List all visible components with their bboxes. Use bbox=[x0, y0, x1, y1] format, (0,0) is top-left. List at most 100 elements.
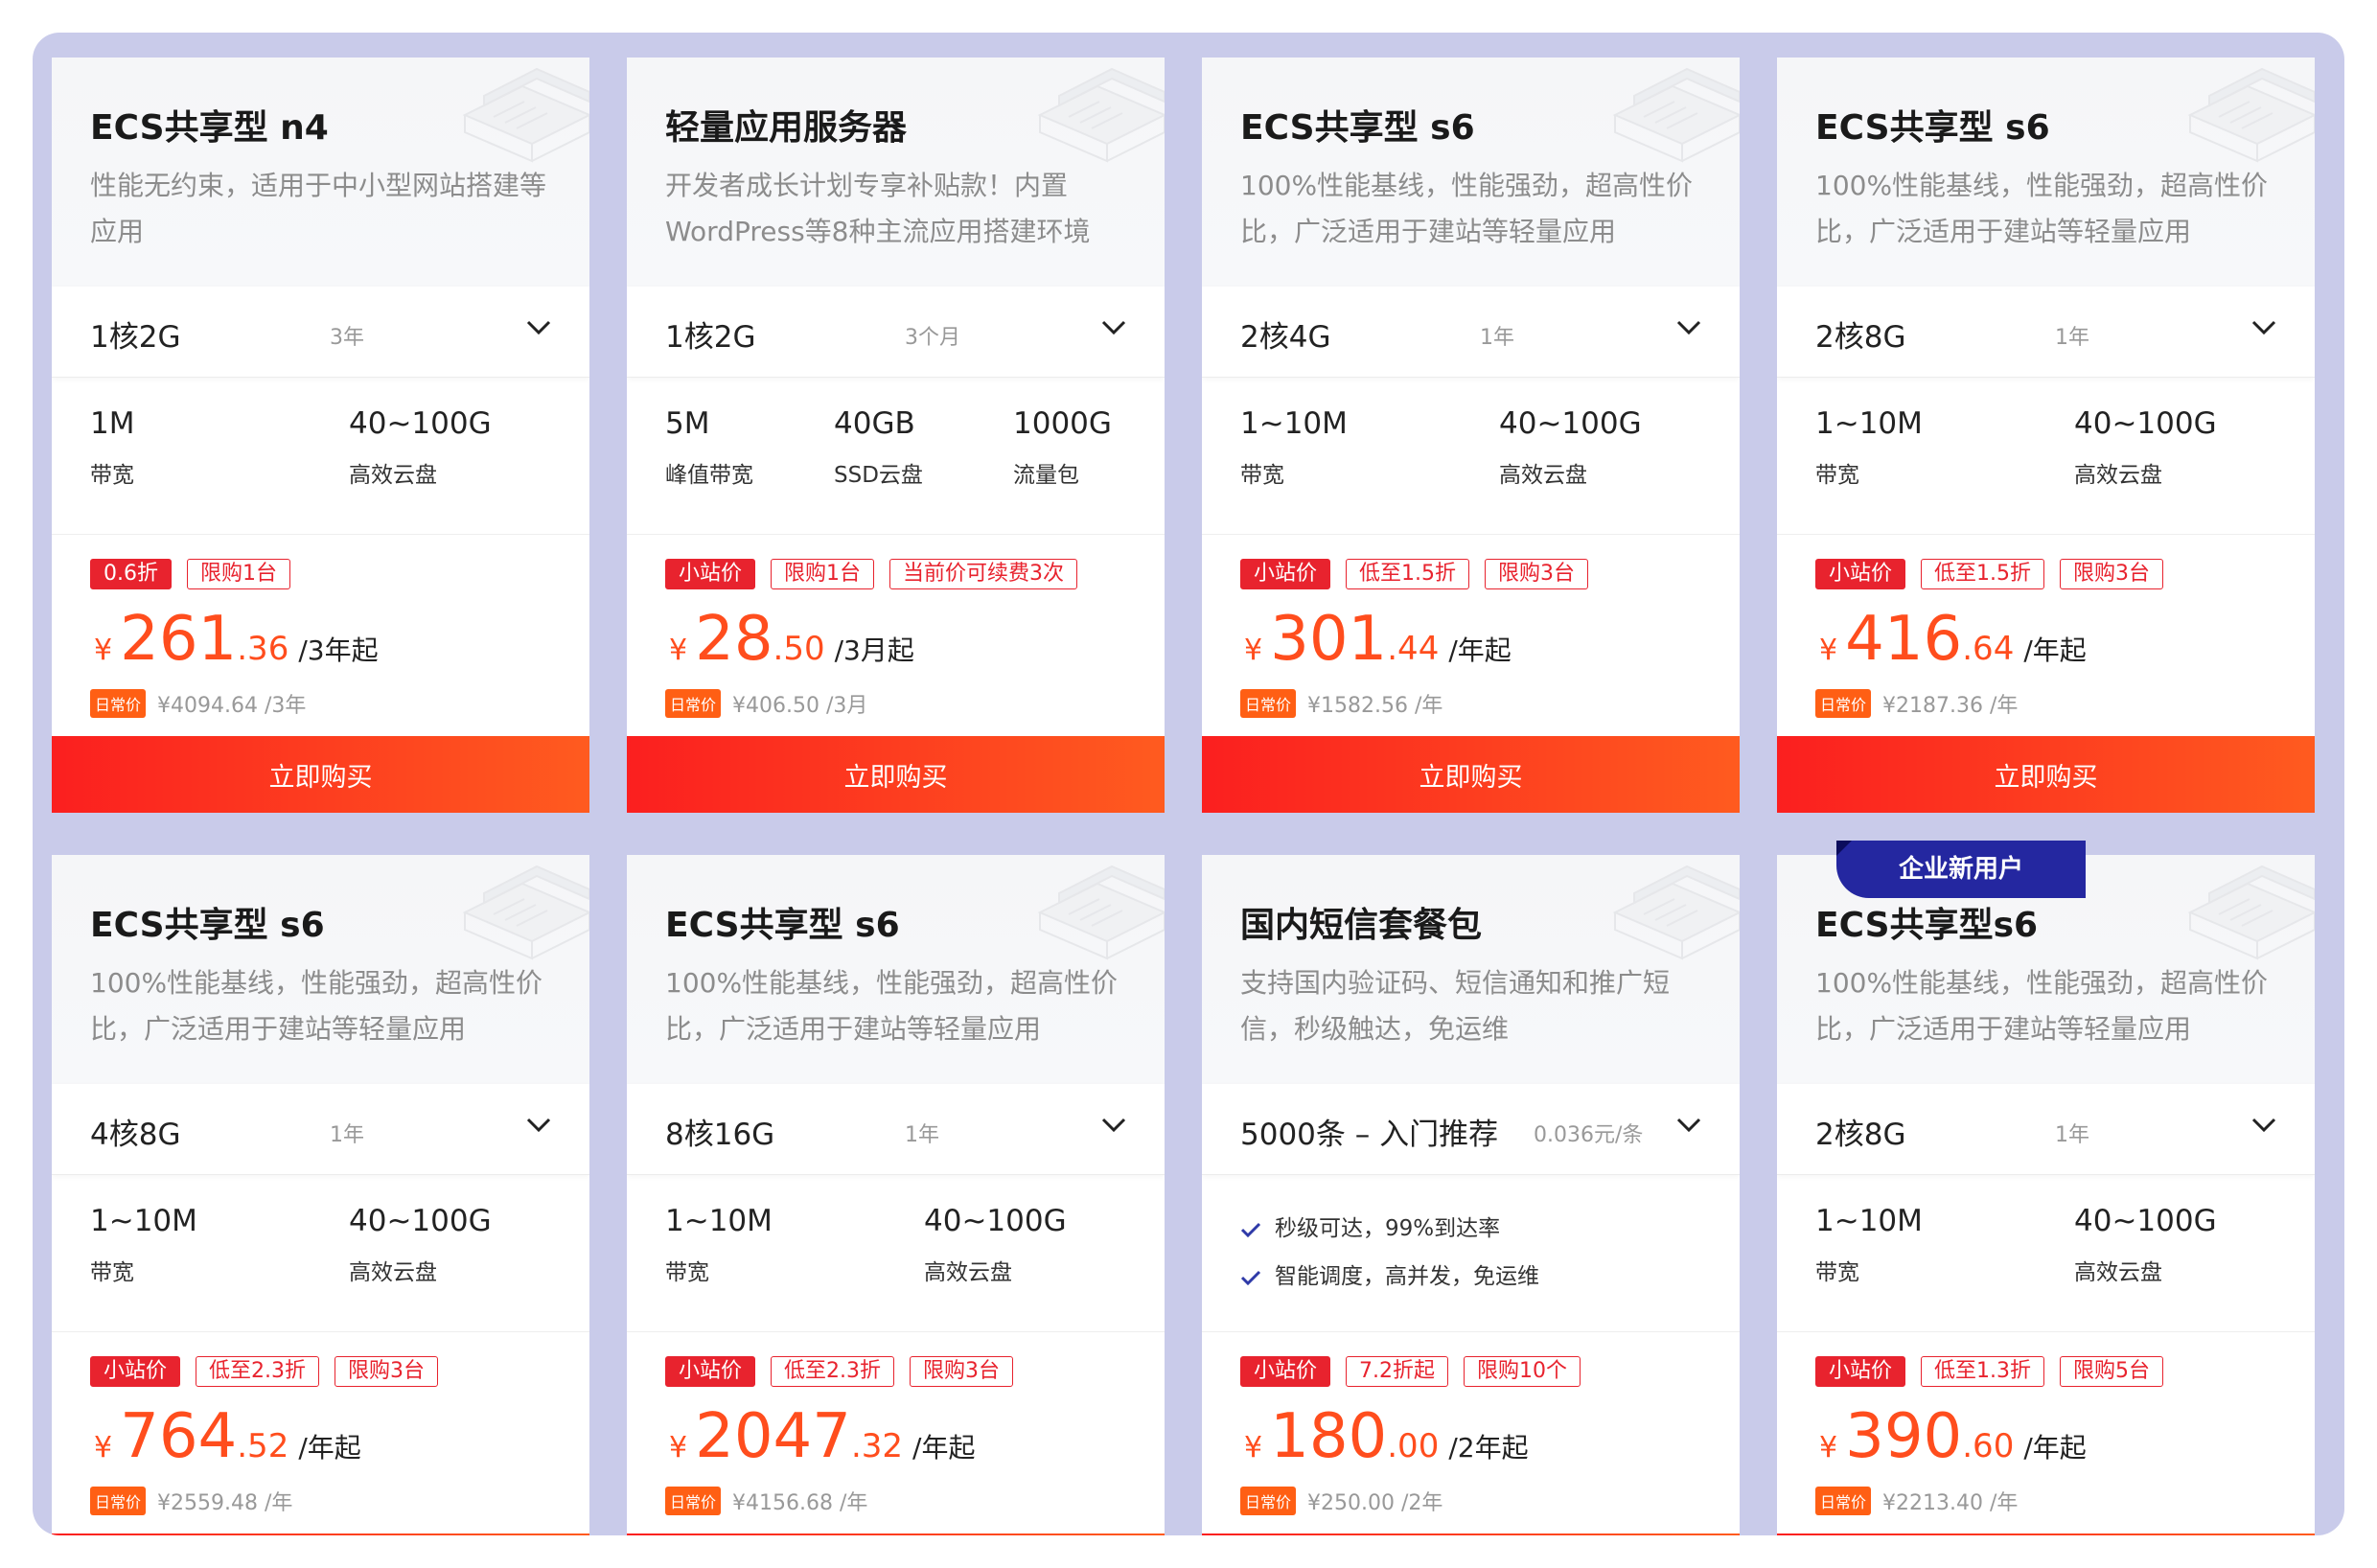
spec-label: 高效云盘 bbox=[924, 1260, 1012, 1285]
promo-tag: 低至1.3折 bbox=[1921, 1356, 2045, 1387]
card-header: ECS共享型 s6 100%性能基线，性能强劲，超高性价比，广泛适用于建站等轻量… bbox=[52, 855, 589, 1084]
config-value: 8核16G bbox=[665, 1118, 775, 1152]
chevron-down-icon[interactable] bbox=[1676, 319, 1701, 336]
spec-value: 40~100G bbox=[924, 1204, 1067, 1238]
spec-label: 带宽 bbox=[1815, 463, 1859, 488]
period-value: 1年 bbox=[2055, 1123, 2089, 1147]
promo-tag: 低至1.5折 bbox=[1346, 559, 1470, 589]
feature-item: 智能调度，高并发，免运维 bbox=[1240, 1257, 1539, 1290]
currency-symbol: ¥ bbox=[94, 1431, 113, 1464]
price-integer: 390 bbox=[1845, 1401, 1963, 1472]
price-section: 小站价 7.2折起 限购10个 ¥180.00/2年起 日常价 ¥250.00 /2年 bbox=[1202, 1332, 1740, 1533]
promo-tag: 7.2折起 bbox=[1346, 1356, 1449, 1387]
feature-text: 智能调度，高并发，免运维 bbox=[1275, 1264, 1539, 1289]
config-select[interactable]: 2核4G 1年 bbox=[1202, 287, 1740, 378]
daily-price-badge: 日常价 bbox=[90, 689, 147, 718]
spec-item: 1000G 流量包 bbox=[1013, 406, 1112, 489]
price-decimal: .52 bbox=[237, 1427, 289, 1465]
price-integer: 28 bbox=[695, 604, 773, 675]
spec-item: 1~10M 带宽 bbox=[90, 1204, 197, 1286]
price-unit: /年起 bbox=[298, 1432, 361, 1464]
config-select[interactable]: 5000条 – 入门推荐 0.036元/条 bbox=[1202, 1084, 1740, 1175]
spec-section: 5M 峰值带宽 40GB SSD云盘 1000G 流量包 bbox=[627, 378, 1165, 535]
price-unit: /3年起 bbox=[298, 634, 379, 666]
product-description: 开发者成长计划专享补贴款！内置WordPress等8种主流应用搭建环境 bbox=[665, 170, 1091, 247]
product-title: ECS共享型 s6 bbox=[1240, 108, 1475, 148]
price-decimal: .60 bbox=[1962, 1427, 2015, 1465]
product-grid-frame: ECS共享型 n4 性能无约束，适用于中小型网站搭建等应用 1核2G 3年 1M… bbox=[33, 33, 2344, 1535]
buy-now-button[interactable]: 立即购买 bbox=[627, 736, 1165, 813]
config-select[interactable]: 1核2G 3个月 bbox=[627, 287, 1165, 378]
promo-tags: 小站价 限购1台 当前价可续费3次 bbox=[665, 559, 1093, 589]
original-price: 日常价 ¥4156.68 /年 bbox=[665, 1486, 867, 1516]
spec-value: 40~100G bbox=[2074, 1204, 2217, 1238]
spec-value: 1M bbox=[90, 406, 135, 441]
price-unit: /年起 bbox=[2023, 634, 2087, 666]
spec-item: 1~10M 带宽 bbox=[1240, 406, 1348, 489]
spec-value: 40GB bbox=[834, 406, 915, 441]
chevron-down-icon[interactable] bbox=[526, 1117, 551, 1134]
currency-symbol: ¥ bbox=[94, 634, 113, 667]
chevron-down-icon[interactable] bbox=[2251, 1117, 2276, 1134]
chevron-down-icon[interactable] bbox=[1676, 1117, 1701, 1134]
price-section: 0.6折 限购1台 ¥261.36/3年起 日常价 ¥4094.64 /3年 bbox=[52, 535, 589, 736]
currency-symbol: ¥ bbox=[1819, 634, 1838, 667]
period-value: 1年 bbox=[330, 1123, 364, 1147]
product-title: ECS共享型 s6 bbox=[1815, 108, 2050, 148]
original-price: 日常价 ¥4094.64 /3年 bbox=[90, 688, 306, 719]
buy-now-button[interactable]: 立即购买 bbox=[1777, 736, 2315, 813]
buy-now-button[interactable]: 立即购买 bbox=[52, 736, 589, 813]
spec-item: 40~100G 高效云盘 bbox=[2074, 406, 2217, 489]
promo-tag: 小站价 bbox=[1815, 1356, 1906, 1387]
product-card-7: 国内短信套餐包 支持国内验证码、短信通知和推广短信，秒级触达，免运维 5000条… bbox=[1202, 855, 1740, 1535]
price-integer: 301 bbox=[1270, 604, 1388, 675]
buy-now-button[interactable]: 立即购买 bbox=[627, 1533, 1165, 1535]
product-card-6: ECS共享型 s6 100%性能基线，性能强劲，超高性价比，广泛适用于建站等轻量… bbox=[627, 855, 1165, 1535]
buy-now-button[interactable]: 立即购买 bbox=[1777, 1533, 2315, 1535]
price-integer: 2047 bbox=[695, 1401, 851, 1472]
buy-now-button[interactable]: 立即购买 bbox=[52, 1533, 589, 1535]
price: ¥390.60/年起 bbox=[1819, 1401, 2087, 1472]
config-select[interactable]: 4核8G 1年 bbox=[52, 1084, 589, 1175]
spec-value: 40~100G bbox=[349, 1204, 492, 1238]
price-unit: /年起 bbox=[2023, 1432, 2087, 1464]
product-description: 100%性能基线，性能强劲，超高性价比，广泛适用于建站等轻量应用 bbox=[1815, 967, 2269, 1045]
price: ¥2047.32/年起 bbox=[669, 1401, 975, 1472]
spec-label: 带宽 bbox=[1815, 1260, 1859, 1285]
config-value: 2核8G bbox=[1815, 1118, 1906, 1152]
price-unit: /年起 bbox=[1448, 634, 1512, 666]
daily-price-badge: 日常价 bbox=[665, 1487, 722, 1515]
card-header: ECS共享型 s6 100%性能基线，性能强劲，超高性价比，广泛适用于建站等轻量… bbox=[1777, 58, 2315, 287]
spec-label: 带宽 bbox=[665, 1260, 709, 1285]
config-value: 2核4G bbox=[1240, 320, 1331, 355]
spec-value: 1~10M bbox=[90, 1204, 197, 1238]
product-card-1: ECS共享型 n4 性能无约束，适用于中小型网站搭建等应用 1核2G 3年 1M… bbox=[52, 58, 589, 813]
chevron-down-icon[interactable] bbox=[526, 319, 551, 336]
config-value: 5000条 – 入门推荐 bbox=[1240, 1118, 1499, 1152]
config-select[interactable]: 2核8G 1年 bbox=[1777, 1084, 2315, 1175]
price-section: 小站价 低至1.3折 限购5台 ¥390.60/年起 日常价 ¥2213.40 /年 bbox=[1777, 1332, 2315, 1533]
spec-label: 高效云盘 bbox=[2074, 463, 2162, 488]
feature-section: 秒级可达，99%到达率智能调度，高并发，免运维 bbox=[1202, 1175, 1740, 1332]
feature-text: 秒级可达，99%到达率 bbox=[1275, 1216, 1501, 1241]
promo-tag: 小站价 bbox=[1240, 1356, 1331, 1387]
promo-tags: 小站价 低至1.5折 限购3台 bbox=[1815, 559, 2179, 589]
chevron-down-icon[interactable] bbox=[1101, 319, 1126, 336]
currency-symbol: ¥ bbox=[1819, 1431, 1838, 1464]
buy-now-button[interactable]: 立即购买 bbox=[1202, 736, 1740, 813]
product-description: 100%性能基线，性能强劲，超高性价比，广泛适用于建站等轻量应用 bbox=[90, 967, 543, 1045]
chevron-down-icon[interactable] bbox=[1101, 1117, 1126, 1134]
chevron-down-icon[interactable] bbox=[2251, 319, 2276, 336]
price-integer: 416 bbox=[1845, 604, 1963, 675]
config-select[interactable]: 8核16G 1年 bbox=[627, 1084, 1165, 1175]
promo-tag: 小站价 bbox=[665, 1356, 756, 1387]
original-price: 日常价 ¥2559.48 /年 bbox=[90, 1486, 292, 1516]
price-section: 小站价 限购1台 当前价可续费3次 ¥28.50/3月起 日常价 ¥406.50 /3… bbox=[627, 535, 1165, 736]
spec-section: 1~10M 带宽 40~100G 高效云盘 bbox=[1777, 1175, 2315, 1332]
price-section: 小站价 低至1.5折 限购3台 ¥416.64/年起 日常价 ¥2187.36 /年 bbox=[1777, 535, 2315, 736]
config-select[interactable]: 1核2G 3年 bbox=[52, 287, 589, 378]
spec-label: SSD云盘 bbox=[834, 463, 923, 488]
config-select[interactable]: 2核8G 1年 bbox=[1777, 287, 2315, 378]
daily-price-badge: 日常价 bbox=[1815, 689, 1872, 718]
buy-now-button[interactable]: 立即购买 bbox=[1202, 1533, 1740, 1535]
